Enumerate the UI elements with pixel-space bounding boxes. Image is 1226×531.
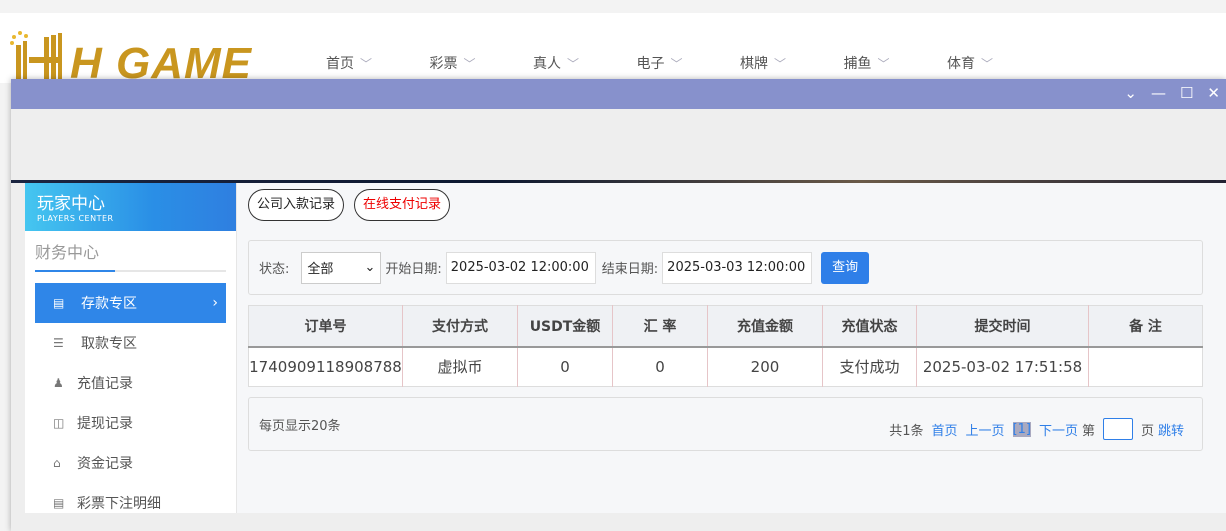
nav-label: 真人 (533, 56, 561, 72)
start-date-input[interactable]: 2025-03-02 12:00:00 (445, 251, 596, 284)
hand-money-icon: ☰ (53, 336, 64, 350)
list-icon: ▤ (53, 496, 65, 510)
nav-lottery[interactable]: 彩票 ﹀ (430, 53, 534, 73)
col-order-no: 订单号 (248, 305, 403, 348)
card-icon: ▤ (53, 296, 65, 310)
nav-label: 体育 (947, 56, 975, 72)
popup-window: ⌄ — ☐ ✕ 玩家中心 PLAYERS CENTER 财务中心 ▤ 存款专区 › … (11, 79, 1226, 531)
end-date-label: 结束日期: (601, 262, 659, 277)
collapse-icon[interactable]: ⌄ (1124, 84, 1137, 102)
chevron-right-icon: › (212, 295, 218, 311)
sidebar: 玩家中心 PLAYERS CENTER 财务中心 ▤ 存款专区 › ☰ 取款专区 ♟ 充… (25, 183, 237, 513)
sidebar-subtitle: PLAYERS CENTER (37, 214, 114, 223)
sidebar-item-label: 存款专区 (81, 296, 137, 312)
col-pay-method: 支付方式 (402, 305, 518, 348)
maximize-icon[interactable]: ☐ (1180, 84, 1193, 102)
nav-home[interactable]: 首页 ﹀ (326, 53, 430, 73)
sidebar-item-label: 充值记录 (77, 376, 133, 392)
section-label: 财务中心 (35, 243, 100, 262)
col-rate: 汇 率 (612, 305, 708, 348)
nav-label: 首页 (326, 56, 354, 72)
chevron-down-icon: ﹀ (774, 56, 787, 71)
page-prefix: 第 (1081, 423, 1095, 439)
start-date-label: 开始日期: (385, 262, 442, 277)
records-table: 订单号 支付方式 USDT金额 汇 率 充值金额 充值状态 提交时间 备 注 1… (248, 305, 1203, 387)
end-date-input[interactable]: 2025-03-03 12:00:00 (662, 251, 813, 284)
table-row: 1740909118908788 虚拟币 0 0 200 支付成功 2025-0… (248, 346, 1203, 387)
prev-page-link[interactable]: 上一页 (966, 420, 1005, 439)
col-usdt: USDT金额 (517, 305, 613, 348)
nav-cards[interactable]: 棋牌 ﹀ (740, 53, 844, 73)
chevron-down-icon: ﹀ (670, 56, 683, 71)
filter-bar: 状态: 全部 ⌄ 开始日期: 2025-03-02 12:00:00 结束日期: … (248, 240, 1203, 295)
next-page-link[interactable]: 下一页 (1039, 420, 1078, 439)
nav-label: 棋牌 (740, 56, 768, 72)
sidebar-item-recharge-records[interactable]: ♟ 充值记录 (35, 363, 226, 403)
window-footer (11, 513, 1226, 531)
jump-link[interactable]: 跳转 (1158, 420, 1184, 439)
nav-live[interactable]: 真人 ﹀ (533, 53, 637, 73)
main-panel: 公司入款记录 在线支付记录 状态: 全部 ⌄ 开始日期: 2025-03-02 1… (237, 183, 1226, 513)
sidebar-title: 玩家中心 (37, 194, 105, 214)
close-icon[interactable]: ✕ (1207, 84, 1220, 102)
nav-slots[interactable]: 电子 ﹀ (637, 53, 741, 73)
sidebar-header: 玩家中心 PLAYERS CENTER (25, 183, 236, 231)
sidebar-item-label: 取款专区 (81, 336, 137, 352)
page-number-input[interactable] (1102, 418, 1133, 440)
player-center: 玩家中心 PLAYERS CENTER 财务中心 ▤ 存款专区 › ☰ 取款专区 ♟ 充… (25, 183, 1226, 513)
nav-fishing[interactable]: 捕鱼 ﹀ (844, 53, 948, 73)
tab-company-deposit[interactable]: 公司入款记录 (248, 189, 345, 221)
nav-sports[interactable]: 体育 ﹀ (947, 53, 1051, 73)
nav-label: 彩票 (429, 56, 458, 72)
col-status: 充值状态 (822, 305, 917, 348)
sidebar-section: 财务中心 (35, 239, 226, 272)
page-suffix: 页 (1140, 423, 1154, 439)
chevron-down-icon: ﹀ (877, 56, 890, 71)
cell-amount: 200 (707, 346, 823, 387)
sidebar-item-withdraw-records[interactable]: ◫ 提现记录 (35, 403, 226, 443)
first-page-link[interactable]: 首页 (931, 420, 957, 439)
cell-usdt: 0 (517, 346, 613, 387)
pagination: 每页显示20条 共1条 首页 上一页 [1] 下一页 第 页 跳转 (248, 397, 1203, 451)
sidebar-item-label: 提现记录 (77, 416, 133, 432)
wallet-icon: ◫ (53, 416, 65, 430)
sidebar-item-withdraw[interactable]: ☰ 取款专区 (35, 323, 226, 363)
status-label: 状态: (259, 262, 290, 277)
sidebar-item-label: 资金记录 (77, 456, 133, 472)
nav-label: 电子 (636, 56, 665, 72)
nav-label: 捕鱼 (843, 56, 872, 72)
chevron-down-icon: ﹀ (567, 56, 580, 71)
money-bag-icon: ♟ (53, 376, 64, 390)
chevron-down-icon: ⌄ (364, 260, 376, 275)
sidebar-item-fund-records[interactable]: ⌂ 资金记录 (35, 443, 226, 483)
cell-rate: 0 (612, 346, 708, 387)
query-button[interactable]: 查询 (821, 251, 870, 284)
main-nav: 首页 ﹀ 彩票 ﹀ 真人 ﹀ 电子 ﹀ 棋牌 ﹀ 捕鱼 ﹀ 体育 ﹀ (326, 53, 1051, 73)
col-remark: 备 注 (1088, 305, 1203, 348)
sidebar-item-label: 彩票下注明细 (77, 496, 161, 512)
chevron-down-icon: ﹀ (463, 56, 476, 71)
current-page: [1] (1012, 421, 1031, 437)
status-select[interactable]: 全部 ⌄ (301, 251, 382, 284)
cell-status: 支付成功 (822, 346, 917, 387)
sidebar-item-deposit[interactable]: ▤ 存款专区 › (35, 283, 226, 323)
cell-remark (1089, 347, 1203, 387)
col-time: 提交时间 (916, 305, 1089, 348)
window-titlebar[interactable]: ⌄ — ☐ ✕ (11, 79, 1226, 109)
status-value: 全部 (307, 262, 334, 277)
minimize-icon[interactable]: — (1151, 84, 1166, 102)
chevron-down-icon: ﹀ (981, 56, 994, 71)
cell-time: 2025-03-02 17:51:58 (916, 346, 1089, 387)
site-header: H GAME 首页 ﹀ 彩票 ﹀ 真人 ﹀ 电子 ﹀ 棋牌 ﹀ 捕鱼 ﹀ 体育 ﹀ (0, 13, 1226, 95)
piggy-icon: ⌂ (53, 456, 61, 470)
cell-order-no: 1740909118908788 (248, 346, 403, 387)
chevron-down-icon: ﹀ (360, 56, 373, 71)
per-page-label: 每页显示20条 (259, 419, 341, 434)
col-amount: 充值金额 (707, 305, 823, 348)
tab-online-payment[interactable]: 在线支付记录 (354, 189, 451, 221)
total-count: 共1条 (889, 423, 924, 439)
cell-pay-method: 虚拟币 (402, 346, 518, 387)
